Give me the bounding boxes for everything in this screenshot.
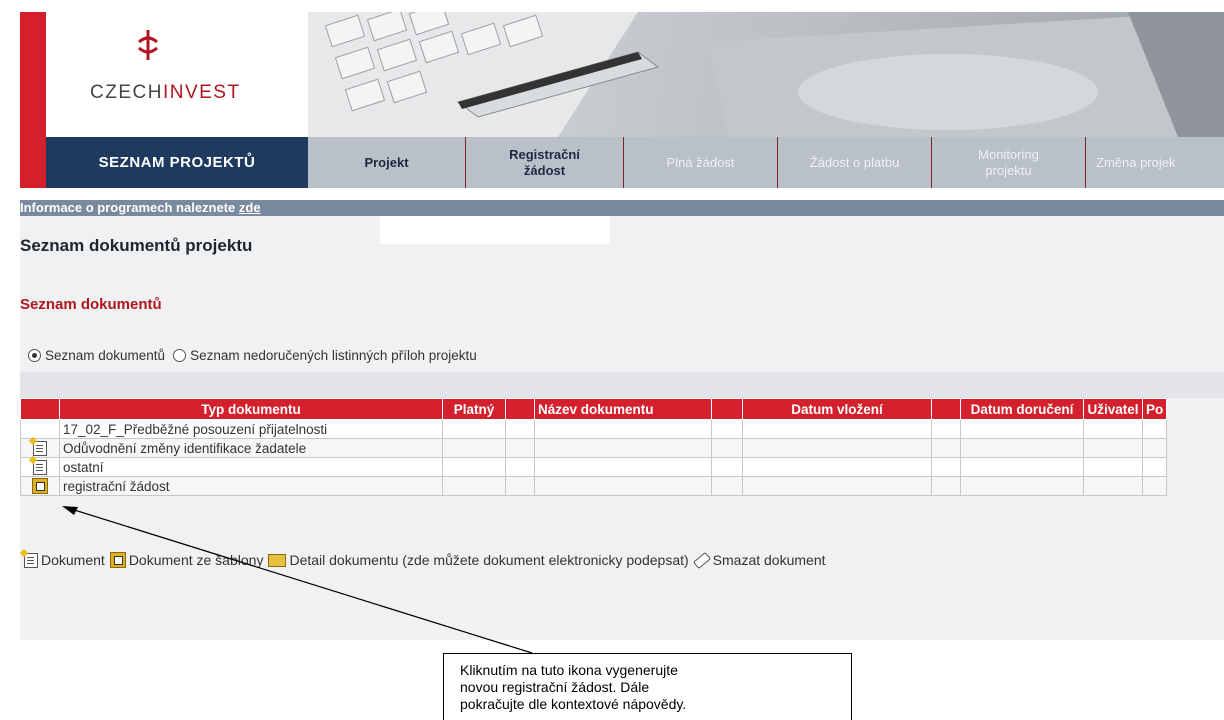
callout-arrow [62,506,533,654]
callout-note: Kliknutím na tuto ikona vygenerujte novo… [443,653,852,720]
